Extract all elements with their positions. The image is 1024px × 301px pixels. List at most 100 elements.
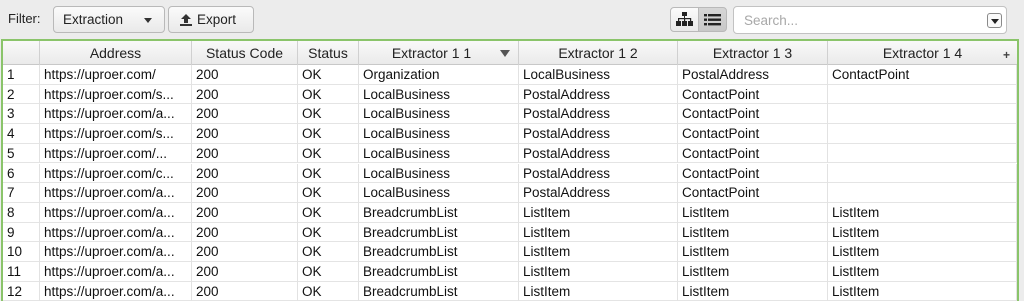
extractor-1-2-cell: ListItem: [519, 222, 678, 243]
search-dropdown-button[interactable]: [987, 13, 1002, 28]
table-row[interactable]: 7 https://uproer.com/a... 200 OK LocalBusine…: [3, 183, 1017, 203]
table-row[interactable]: 11 https://uproer.com/a... 200 OK Breadcrumb…: [3, 262, 1017, 282]
column-header-extractor-1-1-label: Extractor 1 1: [391, 45, 472, 61]
status-cell: OK: [298, 242, 359, 262]
address-cell: https://uproer.com/c...: [40, 163, 192, 184]
column-header-status[interactable]: Status: [298, 41, 359, 65]
extractor-1-3-cell: ListItem: [678, 242, 828, 262]
export-button-label: Export: [197, 12, 237, 27]
extractor-1-4-cell: [828, 183, 1017, 203]
extractor-1-2-cell: ListItem: [519, 242, 678, 262]
extractor-1-4-cell: ListItem: [828, 281, 1017, 301]
status-cell: OK: [298, 183, 359, 203]
status-code-cell: 200: [192, 262, 298, 282]
extractor-1-3-cell: ListItem: [678, 281, 828, 301]
table-row[interactable]: 8 https://uproer.com/a... 200 OK BreadcrumbL…: [3, 202, 1017, 223]
extractor-1-1-cell: LocalBusiness: [359, 84, 519, 105]
extractor-1-3-cell: ContactPoint: [678, 124, 828, 144]
table-row[interactable]: 9 https://uproer.com/a... 200 OK BreadcrumbL…: [3, 222, 1017, 243]
column-header-extractor-1-3[interactable]: Extractor 1 3: [678, 41, 828, 65]
extractor-1-4-cell: ListItem: [828, 262, 1017, 282]
filter-label: Filter:: [8, 11, 41, 26]
table-row[interactable]: 6 https://uproer.com/c... 200 OK LocalBusine…: [3, 163, 1017, 184]
extractor-1-3-cell: ListItem: [678, 262, 828, 282]
search-input[interactable]: [734, 7, 979, 33]
extractor-1-1-cell: BreadcrumbList: [359, 281, 519, 301]
extractor-1-4-cell: ListItem: [828, 222, 1017, 243]
status-code-cell: 200: [192, 143, 298, 164]
row-index: 3: [3, 104, 40, 125]
row-index: 10: [3, 242, 40, 262]
table-row[interactable]: 4 https://uproer.com/s... 200 OK LocalBusine…: [3, 124, 1017, 144]
extractor-1-4-cell: ContactPoint: [828, 65, 1017, 85]
row-index: 7: [3, 183, 40, 203]
search-box: [733, 6, 1007, 34]
extractor-1-2-cell: PostalAddress: [519, 104, 678, 125]
extractor-1-1-cell: LocalBusiness: [359, 104, 519, 125]
column-header-extractor-1-4[interactable]: Extractor 1 4 +: [828, 41, 1017, 65]
status-code-cell: 200: [192, 124, 298, 144]
column-header-address[interactable]: Address: [40, 41, 192, 65]
extractor-1-1-cell: LocalBusiness: [359, 143, 519, 164]
status-cell: OK: [298, 124, 359, 144]
extractor-1-2-cell: PostalAddress: [519, 183, 678, 203]
extractor-1-1-cell: BreadcrumbList: [359, 222, 519, 243]
status-code-cell: 200: [192, 65, 298, 85]
address-cell: https://uproer.com/s...: [40, 124, 192, 144]
address-cell: https://uproer.com/a...: [40, 104, 192, 125]
extractor-1-1-cell: Organization: [359, 65, 519, 85]
extractor-1-1-cell: LocalBusiness: [359, 124, 519, 144]
row-index: 5: [3, 143, 40, 164]
status-cell: OK: [298, 262, 359, 282]
row-index: 9: [3, 222, 40, 243]
status-cell: OK: [298, 281, 359, 301]
tree-view-button[interactable]: [670, 7, 699, 32]
extractor-1-3-cell: ContactPoint: [678, 143, 828, 164]
add-column-icon[interactable]: +: [1003, 43, 1010, 67]
table-row[interactable]: 12 https://uproer.com/a... 200 OK Breadcrumb…: [3, 281, 1017, 301]
list-icon: [704, 13, 721, 25]
column-header-extractor-1-4-label: Extractor 1 4: [882, 45, 963, 61]
column-header-extractor-1-1[interactable]: Extractor 1 1: [359, 41, 519, 65]
table-row[interactable]: 2 https://uproer.com/s... 200 OK LocalBusine…: [3, 84, 1017, 105]
extractor-1-4-cell: [828, 124, 1017, 144]
hierarchy-icon: [676, 12, 693, 26]
table-header: Address Status Code Status Extractor 1 1…: [3, 41, 1017, 65]
extractor-1-2-cell: ListItem: [519, 202, 678, 223]
extractor-1-4-cell: [828, 84, 1017, 105]
column-header-index[interactable]: [3, 41, 40, 65]
status-code-cell: 200: [192, 242, 298, 262]
status-cell: OK: [298, 202, 359, 223]
filter-select-value: Extraction: [63, 12, 124, 27]
list-view-button[interactable]: [698, 7, 727, 32]
extractor-1-3-cell: ListItem: [678, 202, 828, 223]
address-cell: https://uproer.com/a...: [40, 202, 192, 223]
status-code-cell: 200: [192, 104, 298, 125]
sort-descending-icon: [500, 50, 510, 57]
row-index: 12: [3, 281, 40, 301]
status-cell: OK: [298, 222, 359, 243]
address-cell: https://uproer.com/: [40, 65, 192, 85]
row-index: 2: [3, 84, 40, 105]
table-row[interactable]: 3 https://uproer.com/a... 200 OK LocalBusine…: [3, 104, 1017, 125]
filter-select[interactable]: Extraction: [53, 6, 165, 33]
table-row[interactable]: 1 https://uproer.com/200 OK Organization Loc…: [3, 65, 1017, 85]
column-header-status-code[interactable]: Status Code: [192, 41, 298, 65]
table-row[interactable]: 5 https://uproer.com/... 200 OK LocalBusines…: [3, 143, 1017, 164]
extractor-1-2-cell: PostalAddress: [519, 84, 678, 105]
status-cell: OK: [298, 143, 359, 164]
extractor-1-1-cell: LocalBusiness: [359, 183, 519, 203]
extractor-1-4-cell: [828, 104, 1017, 125]
extractor-1-2-cell: PostalAddress: [519, 143, 678, 164]
export-button[interactable]: Export: [168, 6, 254, 33]
status-code-cell: 200: [192, 183, 298, 203]
extractor-1-2-cell: PostalAddress: [519, 163, 678, 184]
address-cell: https://uproer.com/a...: [40, 222, 192, 243]
table-row[interactable]: 10 https://uproer.com/a... 200 OK Breadcrumb…: [3, 242, 1017, 262]
status-code-cell: 200: [192, 202, 298, 223]
extractor-1-3-cell: ListItem: [678, 222, 828, 243]
row-index: 1: [3, 65, 40, 85]
column-header-extractor-1-2[interactable]: Extractor 1 2: [519, 41, 678, 65]
status-cell: OK: [298, 104, 359, 125]
row-index: 8: [3, 202, 40, 223]
